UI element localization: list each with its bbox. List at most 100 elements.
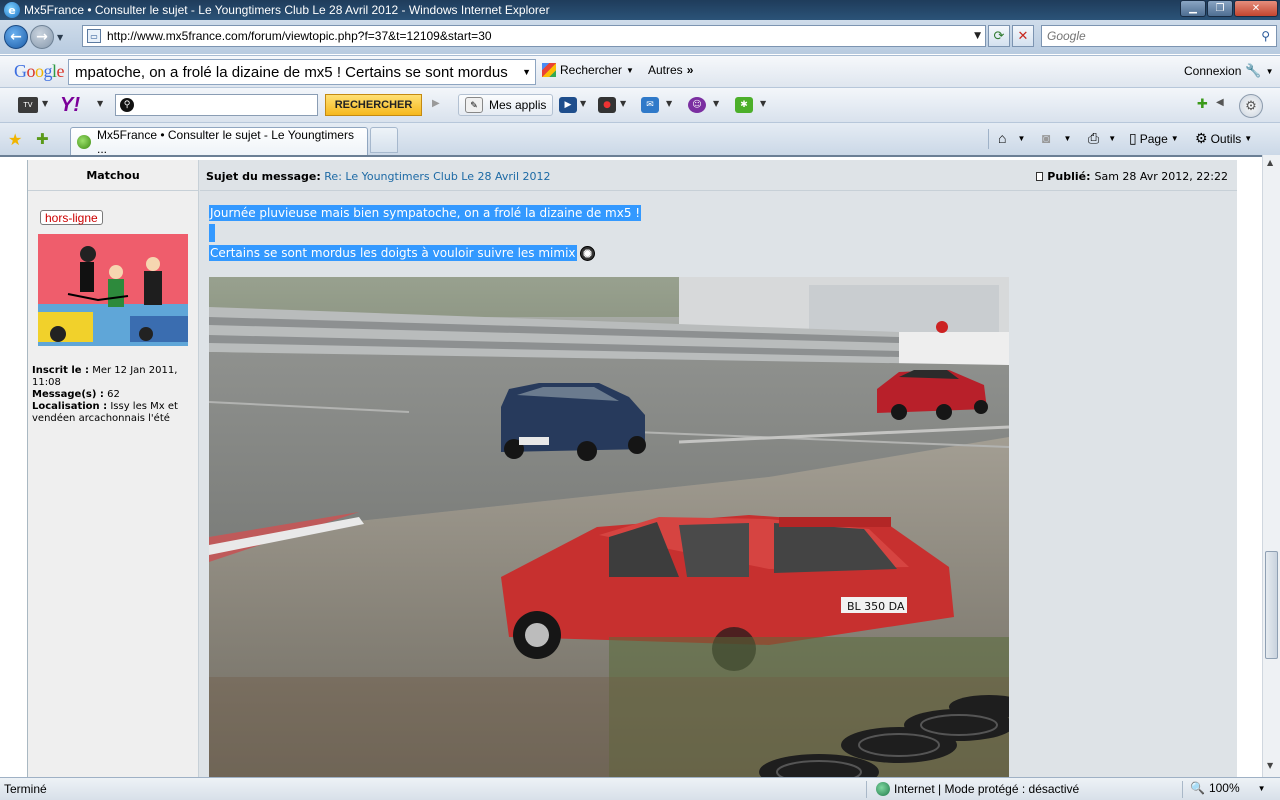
autres-label: Autres <box>648 63 683 77</box>
print-button[interactable]: ⎙ ▼ <box>1088 130 1116 147</box>
page-menu[interactable]: ▯ Page ▼ <box>1129 130 1179 147</box>
tab-active[interactable]: Mx5France • Consulter le sujet - Le Youn… <box>70 127 368 156</box>
forum-post: Matchou hors-ligne Inscrit le: Mer 12 J… <box>27 160 1237 777</box>
address-dropdown-icon[interactable]: ▼ <box>974 31 981 41</box>
google-search-value[interactable]: mpatoche, on a frolé la dizaine de mx5 !… <box>75 64 508 81</box>
author-column: Matchou hors-ligne Inscrit le: Mer 12 J… <box>28 160 199 777</box>
wrench-icon[interactable]: 🔧 <box>1245 63 1261 79</box>
back-button[interactable]: ← <box>4 25 28 49</box>
history-dropdown-icon[interactable]: ▼ <box>57 33 63 42</box>
video-icon[interactable]: ▶ <box>559 97 577 113</box>
chevron-down-icon: ▼ <box>1170 134 1179 143</box>
tv-icon[interactable]: TV <box>18 97 38 113</box>
favorites-star-icon[interactable]: ★ <box>8 130 22 149</box>
scroll-down-icon[interactable]: ▼ <box>1267 761 1273 770</box>
mail-dropdown-icon[interactable]: ▼ <box>666 99 672 108</box>
url-text[interactable]: http://www.mx5france.com/forum/viewtopic… <box>107 29 492 43</box>
post-body: Journée pluvieuse mais bien sympatoche, … <box>209 205 642 264</box>
widget-dropdown-icon[interactable]: ▼ <box>760 99 766 108</box>
rechercher-button[interactable]: Rechercher ▼ <box>542 63 634 77</box>
rechercher-label: Rechercher <box>560 63 623 77</box>
google-search-dropdown-icon[interactable]: ▼ <box>522 67 531 77</box>
chevron-down-icon: ▼ <box>1257 783 1266 793</box>
gear-icon[interactable]: ⚙ <box>1239 94 1263 118</box>
add-icon[interactable]: ✚ <box>1197 97 1208 112</box>
autres-button[interactable]: Autres » <box>648 63 693 77</box>
record-icon[interactable]: ● <box>598 97 616 113</box>
yahoo-dropdown-icon[interactable]: ▼ <box>97 99 103 108</box>
google-search-icon <box>542 63 556 77</box>
yahoo-logo[interactable]: Y! <box>60 94 80 117</box>
refresh-button[interactable]: ⟳ <box>988 25 1010 47</box>
chevron-down-icon: ▼ <box>1017 133 1026 143</box>
home-icon: ⌂ <box>998 130 1007 146</box>
zoom-control[interactable]: 🔍 100% ▼ <box>1190 781 1266 795</box>
address-row: ← → ▼ ▭ http://www.mx5france.com/forum/v… <box>0 20 1280 54</box>
vertical-scrollbar[interactable]: ▲ ▼ <box>1262 155 1280 777</box>
author-name[interactable]: Matchou <box>28 160 198 191</box>
status-badge: hors-ligne <box>40 210 103 225</box>
double-chevron-icon: » <box>686 63 694 77</box>
widget-icon[interactable]: ✱ <box>735 97 753 113</box>
tab-row: ★ ✚ Mx5France • Consulter le sujet - Le … <box>0 122 1280 156</box>
search-box[interactable]: ⚲ <box>1041 25 1277 47</box>
google-toolbar: Google mpatoche, on a frolé la dizaine d… <box>0 55 1280 87</box>
subject-label: Sujet du message: <box>206 170 321 183</box>
post-subject: Sujet du message: Re: Le Youngtimers Clu… <box>206 170 551 183</box>
record-dropdown-icon[interactable]: ▼ <box>620 99 626 108</box>
yahoo-search-button[interactable]: RECHERCHER <box>325 94 422 116</box>
printer-icon: ⎙ <box>1088 130 1100 146</box>
subject-link[interactable]: Re: Le Youngtimers Club Le 28 Avril 2012 <box>324 170 550 183</box>
minimize-button[interactable]: ▁ <box>1180 0 1206 17</box>
author-profile: Inscrit le : Mer 12 Jan 2011, 11:08 Mess… <box>32 365 196 425</box>
security-zone[interactable]: Internet | Mode protégé : désactivé <box>876 782 1079 796</box>
track-photo: BL 350 DA <box>209 277 1009 777</box>
scrollbar-thumb[interactable] <box>1265 551 1278 659</box>
messenger-dropdown-icon[interactable]: ▼ <box>713 99 719 108</box>
google-search-input[interactable]: mpatoche, on a frolé la dizaine de mx5 !… <box>68 59 536 85</box>
zoom-icon: 🔍 <box>1190 781 1205 795</box>
add-favorite-icon[interactable]: ✚ <box>36 130 49 148</box>
stop-button[interactable]: ✕ <box>1012 25 1034 47</box>
yahoo-search-input[interactable]: ⚲ <box>115 94 318 116</box>
tools-menu[interactable]: ⚙ Outils ▼ <box>1195 130 1252 147</box>
google-logo: Google <box>14 61 65 81</box>
chevron-down-icon: ▼ <box>1063 133 1072 143</box>
forward-button[interactable]: → <box>30 25 54 49</box>
search-input[interactable] <box>1047 29 1237 43</box>
post-icon[interactable] <box>1036 172 1044 181</box>
zoom-value: 100% <box>1208 781 1240 795</box>
globe-icon <box>876 782 890 796</box>
post-header: Sujet du message: Re: Le Youngtimers Clu… <box>200 160 1237 191</box>
home-button[interactable]: ⌂ ▼ <box>998 130 1025 146</box>
feeds-button[interactable]: ◙ ▼ <box>1042 130 1071 146</box>
connexion-button[interactable]: Connexion 🔧 ▼ <box>1184 63 1273 79</box>
zone-text: Internet | Mode protégé : désactivé <box>894 782 1080 796</box>
tv-dropdown-icon[interactable]: ▼ <box>42 99 48 108</box>
messages-label: Message(s) : <box>32 389 104 400</box>
chevron-down-icon[interactable]: ▼ <box>1266 67 1274 76</box>
window-title: Mx5France • Consulter le sujet - Le Youn… <box>24 3 550 17</box>
address-bar[interactable]: ▭ http://www.mx5france.com/forum/viewtop… <box>82 25 986 47</box>
mail-icon[interactable]: ✉ <box>641 97 659 113</box>
close-button[interactable]: ✕ <box>1234 0 1278 17</box>
connexion-label: Connexion <box>1184 64 1242 78</box>
video-dropdown-icon[interactable]: ▼ <box>580 99 586 108</box>
page-icon: ▯ <box>1129 130 1137 146</box>
search-icon[interactable]: ⚲ <box>1261 29 1270 43</box>
status-text: Terminé <box>4 782 47 796</box>
avatar <box>38 234 188 346</box>
new-tab-button[interactable] <box>370 127 398 153</box>
mes-applis-button[interactable]: ✎ Mes applis <box>458 94 554 116</box>
published-date: Sam 28 Avr 2012, 22:22 <box>1094 170 1228 183</box>
published-label: Publié: <box>1047 170 1091 183</box>
page-menu-label: Page <box>1139 131 1168 146</box>
chevron-down-icon: ▼ <box>1244 134 1253 143</box>
window-titlebar: e Mx5France • Consulter le sujet - Le Yo… <box>0 0 1280 20</box>
scroll-left-icon[interactable]: ◀ <box>1216 97 1224 108</box>
maximize-button[interactable]: ❐ <box>1207 0 1233 17</box>
post-photo: BL 350 DA <box>209 277 1009 777</box>
scroll-up-icon[interactable]: ▲ <box>1267 158 1273 167</box>
messenger-icon[interactable]: ☺ <box>688 97 706 113</box>
window-controls: ▁ ❐ ✕ <box>1180 0 1278 17</box>
